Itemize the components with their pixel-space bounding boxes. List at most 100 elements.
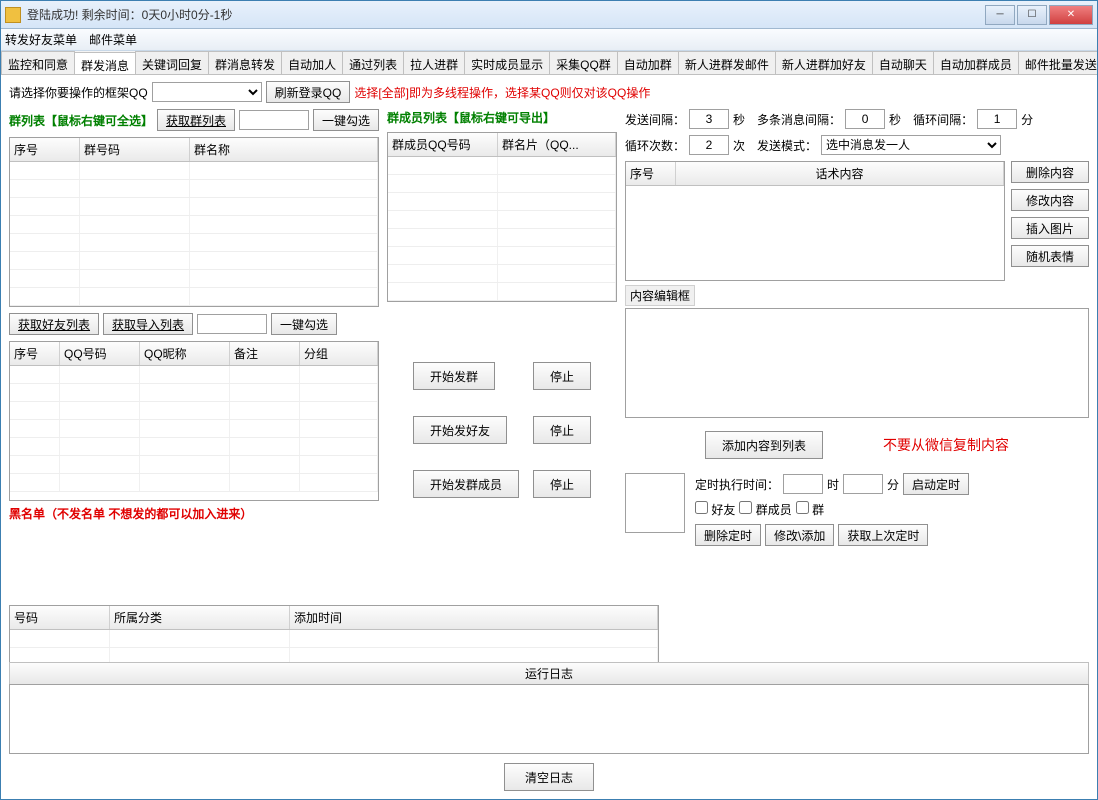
tab-3[interactable]: 群消息转发 (208, 51, 282, 74)
mcol-card: 群名片（QQ... (498, 133, 616, 156)
loop-count-label: 循环次数： (625, 137, 685, 154)
bcol-time: 添加时间 (290, 606, 658, 629)
friend-check-all-button[interactable]: 一键勾选 (271, 313, 337, 335)
loop-interval-label: 循环间隔： (913, 111, 973, 128)
send-interval-label: 发送间隔： (625, 111, 685, 128)
edit-timer-button[interactable]: 修改\添加 (765, 524, 834, 546)
clear-log-button[interactable]: 清空日志 (504, 763, 594, 791)
ck-member[interactable]: 群成员 (739, 501, 791, 518)
window-title: 登陆成功! 剩余时间：0天0小时0分-1秒 (27, 6, 983, 23)
stop-friend-button[interactable]: 停止 (533, 416, 591, 444)
friend-list-grid[interactable]: 序号 QQ号码 QQ昵称 备注 分组 (9, 341, 379, 501)
hour-label: 时 (827, 476, 839, 493)
group-check-all-button[interactable]: 一键勾选 (313, 109, 379, 131)
warn-text: 不要从微信复制内容 (883, 435, 1009, 455)
tab-8[interactable]: 采集QQ群 (549, 51, 618, 74)
bcol-no: 号码 (10, 606, 110, 629)
fcol-index: 序号 (10, 342, 60, 365)
content-editor-label: 内容编辑框 (625, 285, 695, 306)
minimize-button[interactable]: ─ (985, 5, 1015, 25)
menu-mail[interactable]: 邮件菜单 (89, 31, 137, 48)
insert-image-button[interactable]: 插入图片 (1011, 217, 1089, 239)
tab-2[interactable]: 关键词回复 (135, 51, 209, 74)
tab-14[interactable]: 邮件批量发送 (1018, 51, 1097, 74)
min-label: 分 (1021, 111, 1033, 128)
col-groupname: 群名称 (190, 138, 378, 161)
friend-filter-input[interactable] (197, 314, 267, 334)
tab-6[interactable]: 拉人进群 (403, 51, 465, 74)
group-list-grid[interactable]: 序号 群号码 群名称 (9, 137, 379, 307)
times-label: 次 (733, 137, 745, 154)
timer-label: 定时执行时间： (695, 476, 779, 493)
tab-4[interactable]: 自动加人 (281, 51, 343, 74)
edit-content-button[interactable]: 修改内容 (1011, 189, 1089, 211)
last-timer-button[interactable]: 获取上次定时 (838, 524, 928, 546)
mcol-qq: 群成员QQ号码 (388, 133, 498, 156)
note-text: 选择[全部]即为多线程操作，选择某QQ则仅对该QQ操作 (354, 84, 650, 101)
refresh-login-button[interactable]: 刷新登录QQ (266, 81, 351, 103)
tab-10[interactable]: 新人进群发邮件 (678, 51, 776, 74)
start-send-group-button[interactable]: 开始发群 (413, 362, 495, 390)
app-icon (5, 7, 21, 23)
sec-label-2: 秒 (889, 111, 901, 128)
bcol-cat: 所属分类 (110, 606, 290, 629)
start-send-friend-button[interactable]: 开始发好友 (413, 416, 507, 444)
delete-content-button[interactable]: 删除内容 (1011, 161, 1089, 183)
timer-min-input[interactable] (843, 474, 883, 494)
send-mode-select[interactable]: 选中消息发一人 (821, 135, 1001, 155)
tab-13[interactable]: 自动加群成员 (933, 51, 1019, 74)
script-grid[interactable]: 序号 话术内容 (625, 161, 1005, 281)
loop-interval-input[interactable] (977, 109, 1017, 129)
close-button[interactable]: ✕ (1049, 5, 1093, 25)
fetch-group-list-button[interactable]: 获取群列表 (157, 109, 235, 131)
fcol-group: 分组 (300, 342, 378, 365)
stop-member-button[interactable]: 停止 (533, 470, 591, 498)
content-editor-textarea[interactable] (625, 308, 1089, 418)
log-title: 运行日志 (9, 662, 1089, 684)
loop-count-input[interactable] (689, 135, 729, 155)
fcol-qq: QQ号码 (60, 342, 140, 365)
add-to-list-button[interactable]: 添加内容到列表 (705, 431, 823, 459)
tab-11[interactable]: 新人进群加好友 (775, 51, 873, 74)
member-list-grid[interactable]: 群成员QQ号码 群名片（QQ... (387, 132, 617, 302)
member-list-title: 群成员列表【鼠标右键可导出】 (387, 109, 555, 126)
fetch-friend-list-button[interactable]: 获取好友列表 (9, 313, 99, 335)
col-groupno: 群号码 (80, 138, 190, 161)
fcol-remark: 备注 (230, 342, 300, 365)
sec-label-1: 秒 (733, 111, 745, 128)
frame-qq-label: 请选择你要操作的框架QQ (9, 84, 148, 101)
group-filter-input[interactable] (239, 110, 309, 130)
fcol-nick: QQ昵称 (140, 342, 230, 365)
start-timer-button[interactable]: 启动定时 (903, 473, 969, 495)
start-send-member-button[interactable]: 开始发群成员 (413, 470, 519, 498)
menu-forward-friend[interactable]: 转发好友菜单 (5, 31, 77, 48)
send-interval-input[interactable] (689, 109, 729, 129)
send-mode-label: 发送模式： (757, 137, 817, 154)
group-list-title: 群列表【鼠标右键可全选】 (9, 112, 153, 129)
col-index: 序号 (10, 138, 80, 161)
fetch-import-list-button[interactable]: 获取导入列表 (103, 313, 193, 335)
frame-qq-select[interactable] (152, 82, 262, 102)
scol-content: 话术内容 (676, 162, 1004, 185)
tab-9[interactable]: 自动加群 (617, 51, 679, 74)
min-label-2: 分 (887, 476, 899, 493)
tab-12[interactable]: 自动聊天 (872, 51, 934, 74)
scol-index: 序号 (626, 162, 676, 185)
preview-box (625, 473, 685, 533)
titlebar: 登陆成功! 剩余时间：0天0小时0分-1秒 ─ ☐ ✕ (1, 1, 1097, 29)
random-emoji-button[interactable]: 随机表情 (1011, 245, 1089, 267)
tab-1[interactable]: 群发消息 (74, 52, 136, 75)
tab-7[interactable]: 实时成员显示 (464, 51, 550, 74)
ck-group[interactable]: 群 (796, 501, 824, 518)
multi-interval-label: 多条消息间隔： (757, 111, 841, 128)
multi-interval-input[interactable] (845, 109, 885, 129)
timer-hour-input[interactable] (783, 474, 823, 494)
delete-timer-button[interactable]: 删除定时 (695, 524, 761, 546)
tabs: 监控和同意群发消息关键词回复群消息转发自动加人通过列表拉人进群实时成员显示采集Q… (1, 51, 1097, 75)
maximize-button[interactable]: ☐ (1017, 5, 1047, 25)
log-textarea[interactable] (9, 684, 1089, 754)
tab-5[interactable]: 通过列表 (342, 51, 404, 74)
tab-0[interactable]: 监控和同意 (1, 51, 75, 74)
ck-friend[interactable]: 好友 (695, 501, 735, 518)
stop-group-button[interactable]: 停止 (533, 362, 591, 390)
